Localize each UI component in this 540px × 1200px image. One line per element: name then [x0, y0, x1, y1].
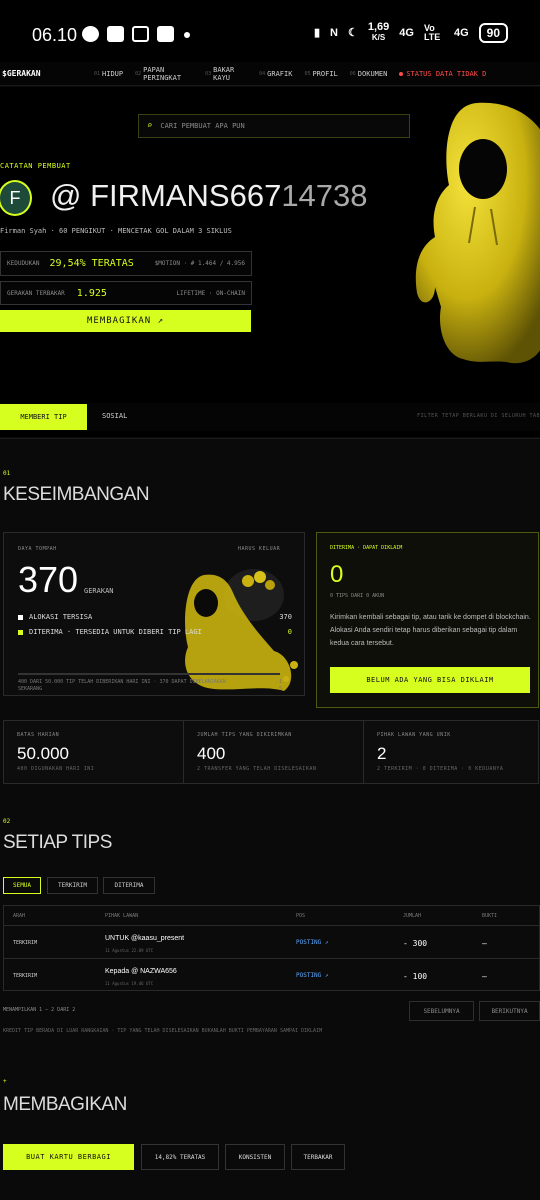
mail-icon	[132, 26, 149, 42]
balance-title: KESEIMBANGAN	[3, 484, 150, 505]
chip-top-percent[interactable]: 14,82% TERATAS	[141, 1144, 219, 1170]
filter-all[interactable]: SEMUA	[3, 877, 41, 894]
volte-icon: Vo LTE	[423, 22, 441, 42]
received-label: DITERIMA · DAPAT DIKLAIM	[330, 545, 403, 551]
nav-item-profil[interactable]: 05 PROFIL	[304, 70, 337, 78]
chip-burned[interactable]: TERBAKAR	[291, 1144, 345, 1170]
shopping-bag-icon	[107, 26, 124, 42]
received-sub: 0 TIPS DARI 0 AKUN	[330, 593, 385, 599]
nav-item-grafik[interactable]: 04 GRAFIK	[259, 70, 292, 78]
battery-icon: 90	[478, 22, 508, 43]
legend-swatch-white	[18, 614, 23, 620]
yellow-hooded-mascot-image	[415, 102, 540, 364]
creator-record-label: CATATAN PEMBUAT	[0, 162, 71, 170]
search-input[interactable]: CARI PEMBUAT APA PUN	[160, 122, 244, 130]
post-link[interactable]: POSTING ↗	[296, 939, 329, 946]
net-speed: 1,69 K/S	[367, 21, 390, 43]
legend-swatch-lime	[18, 629, 23, 635]
more-notifications-dot	[184, 32, 190, 38]
filter-received[interactable]: DITERIMA	[103, 877, 155, 894]
nav-item-dokumen[interactable]: 06 DOKUMEN	[350, 70, 388, 78]
next-page-button[interactable]: BERIKUTNYA	[479, 1001, 540, 1021]
section-number: 01	[3, 470, 11, 477]
rank-value: 29,54% TERATAS	[49, 258, 134, 269]
share-button[interactable]: MEMBAGIKAN ↗	[0, 310, 251, 332]
tips-table: ARAH PIHAK LAWAN POS JUMLAH BUKTI TERKIR…	[3, 905, 540, 991]
share-title: MEMBAGIKAN	[3, 1094, 127, 1115]
hero-section: ⌕ CARI PEMBUAT APA PUN CATATAN PEMBUAT F…	[0, 87, 540, 437]
prev-page-button[interactable]: SEBELUMNYA	[409, 1001, 474, 1021]
moon-icon: ☾	[347, 27, 358, 39]
divider	[0, 438, 540, 439]
stat-unique-counterparties: PIHAK LAWAN YANG UNIK 2 2 TERKIRIM · 0 D…	[377, 732, 504, 772]
rank-box: KEDUDUKAN 29,54% TERATAS $MOTION · # 1.4…	[0, 251, 252, 276]
section-number: +	[3, 1078, 7, 1085]
table-row[interactable]: TERKIRIM Kepada @ NAZWA656 11 Agustus 19…	[4, 960, 540, 991]
tips-title: SETIAP TIPS	[3, 832, 112, 853]
power-label: DAYA TOMPAH	[18, 546, 57, 552]
unique-counterparties-value: 2	[377, 744, 387, 763]
gift-icon	[157, 26, 174, 42]
received-description: Kirimkan kembali sebagai tip, atau tarik…	[330, 614, 531, 647]
make-share-card-button[interactable]: BUAT KARTU BERBAGI	[3, 1144, 134, 1170]
counterparty-link[interactable]: UNTUK @kaasu_present	[105, 935, 184, 942]
data-status-indicator: STATUS DATA TIDAK D	[399, 70, 486, 78]
nav-item-bakar-kayu[interactable]: 03 BAKAR KAYU	[205, 66, 247, 82]
stats-row: BATAS HARIAN 50.000 400 DIGUNAKAN HARI I…	[3, 720, 539, 784]
burned-box: GERAKAN TERBAKAR 1.925 LIFETIME · ON-CHA…	[0, 281, 252, 305]
power-right-label: HARUS KELUAR	[238, 546, 281, 552]
received-value: 0	[330, 561, 344, 588]
spendable-power-card: DAYA TOMPAH HARUS KELUAR 370 GERAKAN ALO…	[3, 532, 305, 696]
creator-handle: @ FIRMANS66714738	[50, 178, 368, 213]
nav-item-hidup[interactable]: 01 HIDUP	[94, 70, 123, 78]
stat-daily-limit: BATAS HARIAN 50.000 400 DIGUNAKAN HARI I…	[4, 721, 184, 783]
search-bar[interactable]: ⌕ CARI PEMBUAT APA PUN	[138, 114, 410, 138]
pagination-status: MENAMPILKAN 1 – 2 DARI 2	[3, 1007, 76, 1013]
usage-footnote: 400 DARI 50.000 TIP TELAH DIBERIKAN HARI…	[18, 679, 226, 692]
signal-2: 4G	[453, 26, 469, 39]
system-icons: ▮ N ☾ 1,69 K/S 4G Vo LTE 4G 90	[314, 22, 508, 43]
chip-consistent[interactable]: KONSISTEN	[225, 1144, 285, 1170]
usage-progress-bar	[18, 673, 280, 675]
creator-subtitle: Firman Syah · 60 PENGIKUT · MENCETAK GOL…	[0, 227, 232, 235]
top-nav: $GERAKAN 01 HIDUP 02 PAPAN PERINGKAT 03 BAK…	[0, 62, 540, 86]
vibrate-icon: ▮	[313, 27, 321, 39]
filter-note: FILTER TETAP BERLAKU DI SELURUH TAB	[417, 413, 540, 419]
section-number: 02	[3, 818, 11, 825]
filter-sent[interactable]: TERKIRIM	[47, 877, 98, 894]
legend-remaining: ALOKASI TERSISA 370	[18, 613, 292, 621]
avatar: F	[0, 180, 32, 216]
counterparty-link[interactable]: Kepada @ NAZWA656	[105, 968, 177, 975]
nfc-icon: N	[330, 26, 338, 39]
burned-value: 1.925	[76, 287, 107, 299]
brand-logo[interactable]: $GERAKAN	[2, 69, 94, 78]
daily-limit-value: 50.000	[17, 744, 69, 763]
table-header: ARAH PIHAK LAWAN POS JUMLAH BUKTI	[4, 906, 540, 926]
received-claimable-card: DITERIMA · DAPAT DIKLAIM 0 0 TIPS DARI 0…	[316, 532, 539, 708]
legend-received: DITERIMA · TERSEDIA UNTUK DIBERI TIP LAG…	[18, 628, 292, 636]
tips-disclaimer: KREDIT TIP BERADA DI LUAR RANGKAIAN · TI…	[3, 1028, 323, 1034]
status-bar: 06.10 ▮ N ☾ 1,69 K/S 4G Vo LTE 4G 90	[0, 0, 540, 62]
claim-button[interactable]: BELUM ADA YANG BISA DIKLAIM	[330, 667, 530, 693]
search-icon: ⌕	[147, 121, 153, 131]
stat-tips-sent: JUMLAH TIPS YANG DIKIRIMKAN 400 2 TRANSF…	[184, 721, 364, 783]
clock: 06.10	[32, 25, 78, 45]
tips-sent-value: 400	[197, 744, 226, 763]
notification-icons	[82, 26, 174, 42]
tab-give-tip[interactable]: MEMBERI TIP	[0, 404, 87, 430]
table-row[interactable]: TERKIRIM UNTUK @kaasu_present 11 Agustus…	[4, 927, 540, 959]
nav-item-papan-peringkat[interactable]: 02 PAPAN PERINGKAT	[135, 66, 193, 82]
tab-social[interactable]: SOSIAL	[102, 412, 127, 420]
signal-1: 4G	[399, 26, 414, 39]
post-link[interactable]: POSTING ↗	[296, 972, 329, 979]
balance-value: 370	[18, 559, 79, 600]
chat-icon	[82, 26, 99, 42]
balance-unit: GERAKAN	[84, 587, 114, 595]
usage-footnote-right: 1 5	[279, 679, 283, 692]
